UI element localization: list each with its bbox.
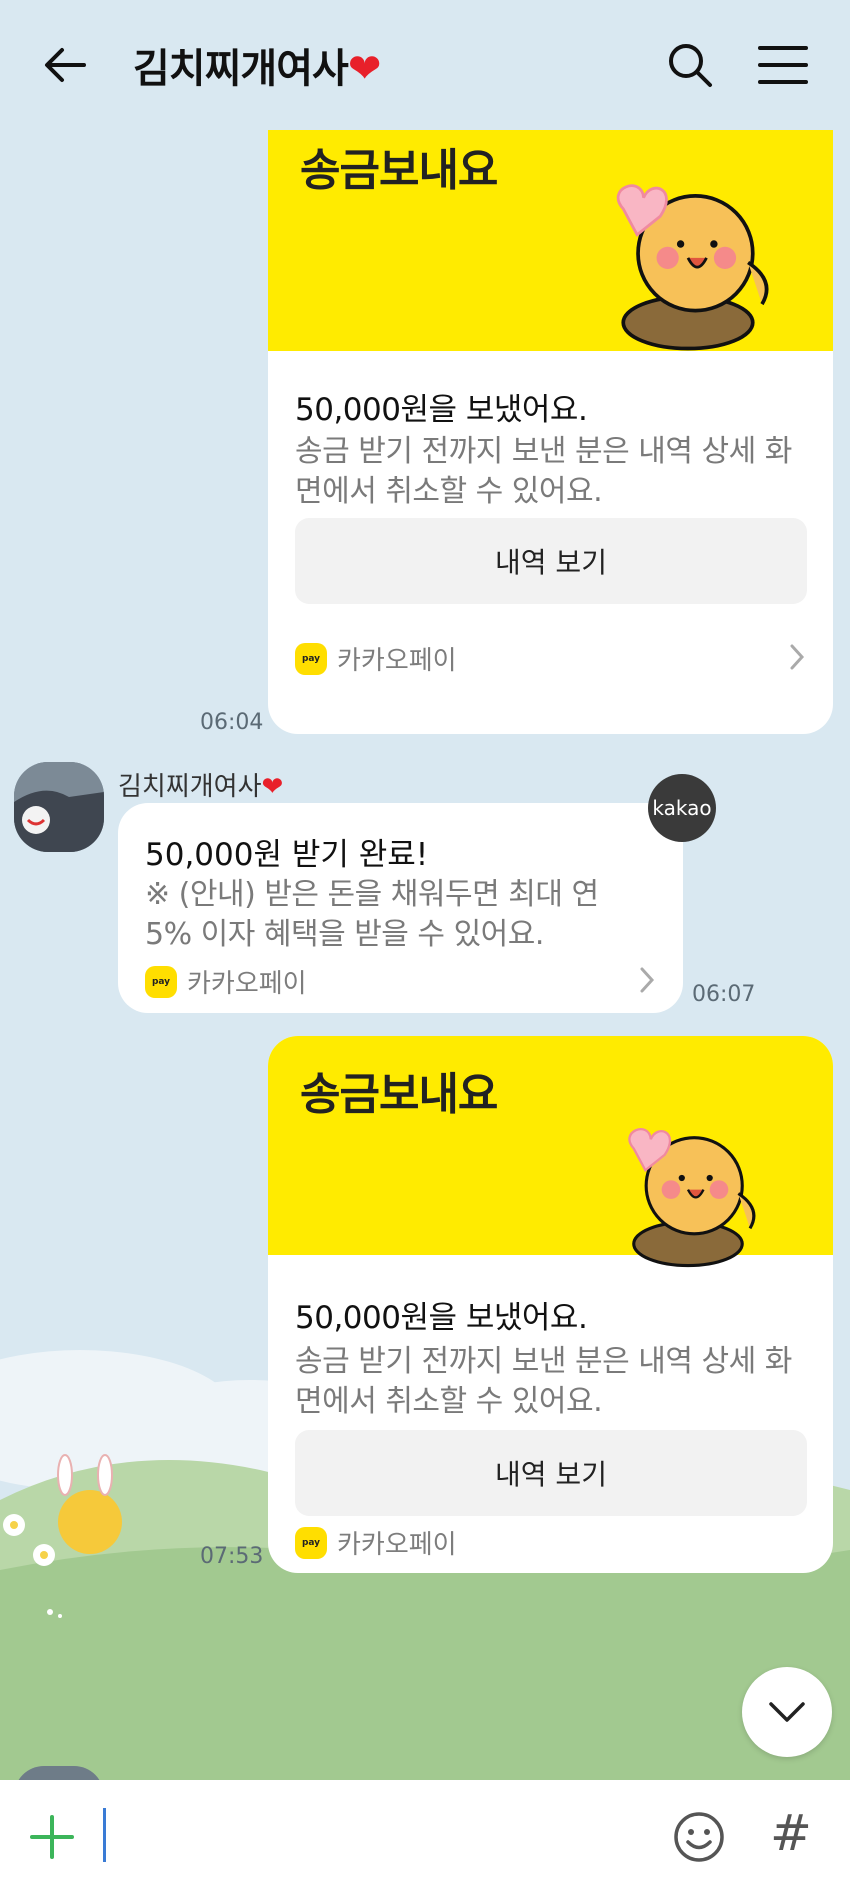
transfer-amount: 50,000원을 보냈어요. xyxy=(295,1300,588,1336)
transfer-card[interactable]: 송금보내요 50,000원을 보냈어요. 송금 받기 전까지 보낸 분은 내역 … xyxy=(268,1036,833,1573)
kakaopay-row[interactable]: pay 카카오페이 xyxy=(145,963,307,1000)
ryan-character-icon xyxy=(616,184,769,351)
transfer-amount: 50,000원을 보냈어요. xyxy=(295,392,588,428)
transfer-banner: 송금보내요 xyxy=(268,130,833,351)
received-notice-card[interactable]: 50,000원 받기 완료! ※ (안내) 받은 돈을 채워두면 최대 연 5%… xyxy=(118,803,683,1013)
kakaopay-label: 카카오페이 xyxy=(337,1530,457,1560)
kakaopay-row[interactable]: pay 카카오페이 xyxy=(295,640,457,677)
view-history-button[interactable]: 내역 보기 xyxy=(295,518,807,604)
chat-header: 김치찌개여사❤ xyxy=(0,0,850,130)
chevron-down-icon xyxy=(769,1702,805,1722)
transfer-description: 송금 받기 전까지 보낸 분은 내역 상세 화면에서 취소할 수 있어요. xyxy=(295,434,792,509)
transfer-description: 송금 받기 전까지 보낸 분은 내역 상세 화면에서 취소할 수 있어요. xyxy=(295,1344,792,1419)
plus-icon[interactable] xyxy=(30,1815,74,1859)
scroll-to-bottom-button[interactable] xyxy=(742,1667,832,1757)
heart-emoji: ❤ xyxy=(261,772,284,802)
kakaopay-row[interactable]: pay 카카오페이 xyxy=(295,1524,457,1561)
avatar-image xyxy=(14,762,104,852)
avatar[interactable] xyxy=(14,762,104,852)
chat-title: 김치찌개여사❤ xyxy=(133,36,382,94)
kakaopay-logo-icon: pay xyxy=(295,1526,327,1559)
message-time: 06:04 xyxy=(200,710,264,735)
ryan-character-icon xyxy=(628,1128,756,1268)
kakaopay-label: 카카오페이 xyxy=(187,969,307,999)
heart-emoji: ❤ xyxy=(347,46,382,92)
emoji-icon[interactable] xyxy=(672,1810,726,1864)
transfer-banner-title: 송금보내요 xyxy=(300,145,498,196)
back-arrow-icon[interactable] xyxy=(40,40,90,90)
search-icon[interactable] xyxy=(665,40,715,90)
sender-name-text: 김치찌개여사 xyxy=(118,772,262,802)
message-time: 07:53 xyxy=(200,1544,264,1569)
kakaopay-label: 카카오페이 xyxy=(337,646,457,676)
message-input[interactable] xyxy=(103,1808,106,1862)
kakaopay-logo-icon: pay xyxy=(145,965,177,998)
hashtag-icon[interactable]: # xyxy=(770,1804,812,1862)
chat-messages[interactable]: 송금보내요 50,000원을 보냈어요. 송금 받기 전까지 보낸 분은 내역 … xyxy=(0,130,850,1780)
message-input-bar: # xyxy=(0,1780,850,1890)
kakao-badge: kakao xyxy=(648,774,716,842)
transfer-banner: 송금보내요 xyxy=(268,1036,833,1268)
avatar[interactable] xyxy=(14,1766,104,1780)
view-history-button[interactable]: 내역 보기 xyxy=(295,1430,807,1516)
received-description: ※ (안내) 받은 돈을 채워두면 최대 연 5% 이자 혜택을 받을 수 있어… xyxy=(145,877,599,952)
received-title: 50,000원 받기 완료! xyxy=(145,837,429,873)
kakaopay-logo-icon: pay xyxy=(295,642,327,675)
message-time: 06:07 xyxy=(692,982,756,1007)
transfer-banner-title: 송금보내요 xyxy=(300,1069,498,1120)
chevron-right-icon[interactable] xyxy=(787,642,807,672)
transfer-card[interactable]: 송금보내요 50,000원을 보냈어요. 송금 받기 전까지 보낸 분은 내역 … xyxy=(268,130,833,734)
chevron-right-icon[interactable] xyxy=(637,965,657,995)
sender-name: 김치찌개여사❤ xyxy=(118,766,283,803)
chat-title-text: 김치찌개여사 xyxy=(133,46,349,92)
hamburger-menu-icon[interactable] xyxy=(756,40,810,90)
